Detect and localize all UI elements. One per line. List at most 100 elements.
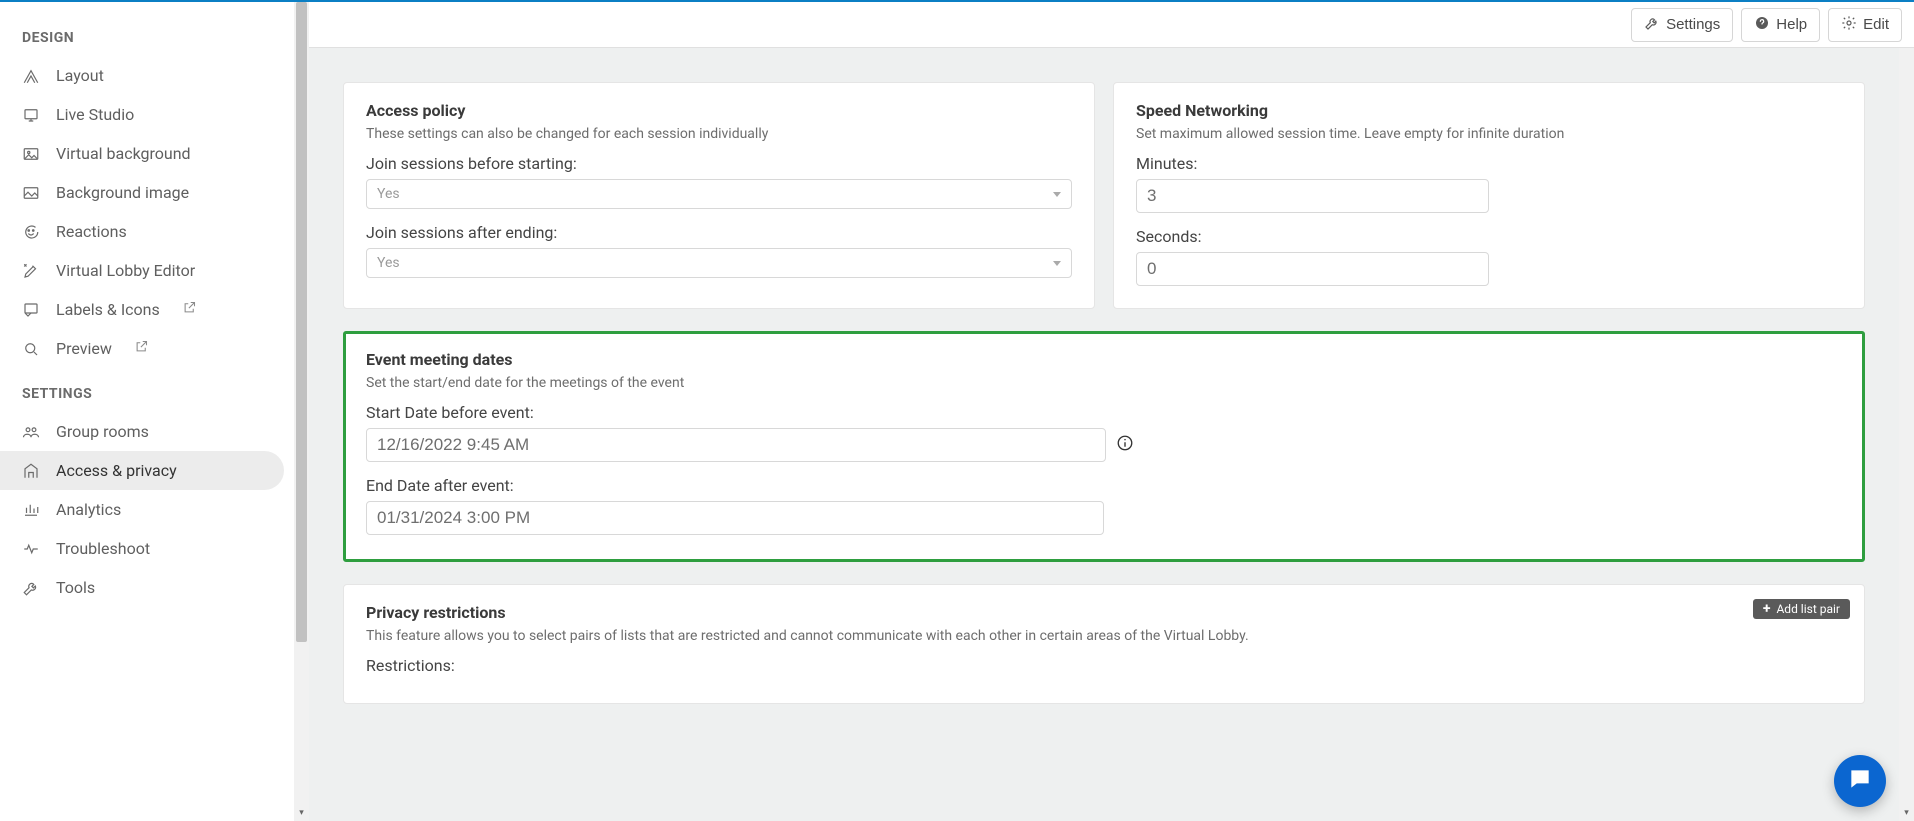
sidebar-item-troubleshoot[interactable]: Troubleshoot [0, 529, 284, 568]
speed-networking-card: Speed Networking Set maximum allowed ses… [1113, 82, 1865, 309]
analytics-icon [22, 501, 40, 519]
sidebar-item-layout[interactable]: Layout [0, 56, 284, 95]
sidebar-scrollbar[interactable]: ▴ ▾ [294, 2, 309, 821]
minutes-label: Minutes: [1136, 154, 1842, 173]
scrollbar-thumb[interactable] [296, 2, 307, 642]
sidebar-item-access-privacy[interactable]: Access & privacy [0, 451, 284, 490]
sidebar-item-label: Layout [56, 66, 104, 85]
preview-icon [22, 340, 40, 358]
privacy-title: Privacy restrictions [366, 603, 1842, 622]
add-list-pair-button[interactable]: + Add list pair [1753, 599, 1850, 619]
sidebar-group-label: SETTINGS [0, 368, 294, 412]
join-after-select[interactable]: Yes [366, 248, 1072, 278]
help-button-label: Help [1776, 16, 1807, 33]
sidebar-item-label: Tools [56, 578, 95, 597]
join-before-value: Yes [377, 186, 400, 202]
minutes-field: Minutes: [1136, 154, 1842, 213]
group-rooms-icon [22, 423, 40, 441]
seconds-label: Seconds: [1136, 227, 1842, 246]
start-date-input[interactable] [366, 428, 1106, 462]
event-dates-title: Event meeting dates [366, 350, 1842, 369]
scroll-down-arrow-icon[interactable]: ▾ [1899, 806, 1914, 821]
external-link-icon [182, 300, 197, 319]
sidebar-item-labels-icons[interactable]: Labels & Icons [0, 290, 284, 329]
sidebar-item-label: Analytics [56, 500, 121, 519]
access-policy-card: Access policy These settings can also be… [343, 82, 1095, 309]
scroll-down-arrow-icon[interactable]: ▾ [294, 806, 309, 821]
sidebar-item-virtual-lobby-editor[interactable]: Virtual Lobby Editor [0, 251, 284, 290]
main-scrollbar[interactable]: ▾ [1899, 48, 1914, 821]
chat-fab[interactable] [1834, 755, 1886, 807]
sidebar-group-label: DESIGN [0, 12, 294, 56]
layout-icon [22, 67, 40, 85]
sidebar-item-live-studio[interactable]: Live Studio [0, 95, 284, 134]
plus-icon: + [1763, 602, 1771, 616]
access-policy-subtitle: These settings can also be changed for e… [366, 126, 1072, 142]
join-after-label: Join sessions after ending: [366, 223, 1072, 242]
privacy-subtitle: This feature allows you to select pairs … [366, 628, 1842, 644]
settings-button-label: Settings [1666, 16, 1720, 33]
privacy-restrictions-card: + Add list pair Privacy restrictions Thi… [343, 584, 1865, 704]
end-date-wrap [366, 501, 1104, 535]
top-toolbar: Settings Help Edit [309, 2, 1914, 48]
live-studio-icon [22, 106, 40, 124]
gear-icon [1841, 15, 1857, 35]
app-root: DESIGN Layout Live Studio Virtual backgroun… [0, 0, 1914, 821]
settings-button[interactable]: Settings [1631, 8, 1733, 42]
minutes-input[interactable] [1136, 179, 1489, 213]
chat-bubble-icon [1847, 766, 1873, 796]
sidebar-item-tools[interactable]: Tools [0, 568, 284, 607]
background-image-icon [22, 184, 40, 202]
event-dates-subtitle: Set the start/end date for the meetings … [366, 375, 1842, 391]
info-icon[interactable] [1116, 434, 1134, 456]
wrench-icon [1644, 15, 1660, 35]
speed-networking-subtitle: Set maximum allowed session time. Leave … [1136, 126, 1842, 142]
join-before-label: Join sessions before starting: [366, 154, 1072, 173]
speed-networking-title: Speed Networking [1136, 101, 1842, 120]
sidebar-item-reactions[interactable]: Reactions [0, 212, 284, 251]
join-after-field: Join sessions after ending: Yes [366, 223, 1072, 278]
seconds-field: Seconds: [1136, 227, 1842, 286]
end-date-label: End Date after event: [366, 476, 1842, 495]
sidebar-item-label: Access & privacy [56, 461, 177, 480]
content: Access policy These settings can also be… [309, 48, 1899, 821]
join-before-select[interactable]: Yes [366, 179, 1072, 209]
end-date-input[interactable] [366, 501, 1104, 535]
access-privacy-icon [22, 462, 40, 480]
sidebar-item-label: Preview [56, 339, 112, 358]
sidebar: DESIGN Layout Live Studio Virtual backgroun… [0, 2, 294, 821]
content-scroll: Access policy These settings can also be… [309, 48, 1914, 821]
seconds-input[interactable] [1136, 252, 1489, 286]
end-date-field: End Date after event: [366, 476, 1842, 535]
main-area: Settings Help Edit Access pol [309, 2, 1914, 821]
sidebar-item-analytics[interactable]: Analytics [0, 490, 284, 529]
troubleshoot-icon [22, 540, 40, 558]
sidebar-item-label: Live Studio [56, 105, 134, 124]
add-list-pair-label: Add list pair [1776, 602, 1840, 616]
sidebar-item-label: Virtual Lobby Editor [56, 261, 195, 280]
restrictions-label: Restrictions: [366, 656, 1842, 675]
event-meeting-dates-card: Event meeting dates Set the start/end da… [343, 331, 1865, 562]
start-date-label: Start Date before event: [366, 403, 1842, 422]
external-link-icon [134, 339, 149, 358]
sidebar-item-label: Group rooms [56, 422, 149, 441]
join-before-field: Join sessions before starting: Yes [366, 154, 1072, 209]
sidebar-item-label: Troubleshoot [56, 539, 150, 558]
start-date-wrap [366, 428, 1134, 462]
reactions-icon [22, 223, 40, 241]
sidebar-item-preview[interactable]: Preview [0, 329, 284, 368]
sidebar-item-group-rooms[interactable]: Group rooms [0, 412, 284, 451]
sidebar-item-label: Labels & Icons [56, 300, 160, 319]
sidebar-item-label: Background image [56, 183, 189, 202]
question-circle-icon [1754, 15, 1770, 35]
sidebar-container: DESIGN Layout Live Studio Virtual backgroun… [0, 2, 309, 821]
edit-button[interactable]: Edit [1828, 8, 1902, 42]
start-date-field: Start Date before event: [366, 403, 1842, 462]
help-button[interactable]: Help [1741, 8, 1820, 42]
sidebar-item-label: Virtual background [56, 144, 191, 163]
sidebar-item-background-image[interactable]: Background image [0, 173, 284, 212]
edit-button-label: Edit [1863, 16, 1889, 33]
virtual-lobby-editor-icon [22, 262, 40, 280]
access-policy-title: Access policy [366, 101, 1072, 120]
sidebar-item-virtual-background[interactable]: Virtual background [0, 134, 284, 173]
